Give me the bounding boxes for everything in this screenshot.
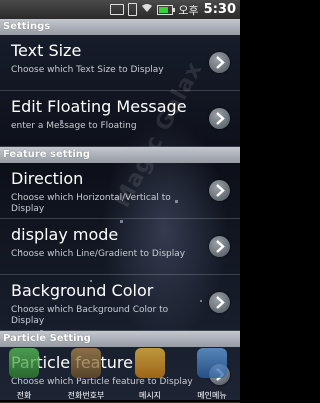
pref-subtitle: Choose which Background Color to Display <box>11 305 169 326</box>
pref-subtitle: Choose which Text Size to Display <box>11 65 164 75</box>
dock-messaging[interactable]: 메시지 <box>130 348 170 400</box>
pref-title: display mode <box>11 225 119 244</box>
battery-icon <box>157 4 176 15</box>
status-bar: 오후 5:30 <box>0 0 240 19</box>
pref-subtitle: Choose which Horizontal/Vertical to Disp… <box>11 193 171 214</box>
contacts-icon <box>71 348 101 378</box>
dock-contacts[interactable]: 전화번호부 <box>66 348 106 400</box>
dock-label: 메시지 <box>138 391 162 400</box>
pref-subtitle: Choose which Line/Gradient to Display <box>11 249 186 259</box>
pref-title: Background Color <box>11 281 154 300</box>
pref-edit-floating-message[interactable]: Edit Floating Message enter a Message to… <box>0 91 240 147</box>
vibrate-icon <box>128 3 138 16</box>
status-ampm: 오후 <box>178 3 199 17</box>
dock-main-menu[interactable]: 메인메뉴 <box>192 348 232 400</box>
messaging-icon <box>135 348 165 378</box>
dock-label: 전화번호부 <box>67 391 105 400</box>
pref-text-size[interactable]: Text Size Choose which Text Size to Disp… <box>0 35 240 91</box>
pref-title: Text Size <box>11 41 82 60</box>
pref-direction[interactable]: Direction Choose which Horizontal/Vertic… <box>0 163 240 219</box>
chevron-right-icon <box>209 107 230 129</box>
pref-title: Edit Floating Message <box>11 97 187 116</box>
pref-background-color[interactable]: Background Color Choose which Background… <box>0 275 240 331</box>
chevron-right-icon <box>209 235 230 257</box>
status-time: 5:30 <box>203 2 236 17</box>
launcher-dock: 전화 전화번호부 메시지 메인메뉴 <box>0 340 240 400</box>
dock-label: 전화 <box>16 391 32 400</box>
dock-label: 메인메뉴 <box>197 391 227 400</box>
chevron-right-icon <box>209 51 230 73</box>
dock-phone[interactable]: 전화 <box>4 348 44 400</box>
pref-subtitle: enter a Message to Floating <box>11 121 137 131</box>
main-menu-icon <box>197 348 227 378</box>
wifi-icon <box>141 3 153 16</box>
chevron-right-icon <box>209 291 230 313</box>
chevron-right-icon <box>209 179 230 201</box>
section-header-feature-setting: Feature setting <box>0 147 240 163</box>
pref-title: Direction <box>11 169 84 188</box>
phone-icon <box>9 348 39 378</box>
usb-icon <box>110 4 125 15</box>
section-header-settings: Settings <box>0 19 240 35</box>
pref-display-mode[interactable]: display mode Choose which Line/Gradient … <box>0 219 240 275</box>
